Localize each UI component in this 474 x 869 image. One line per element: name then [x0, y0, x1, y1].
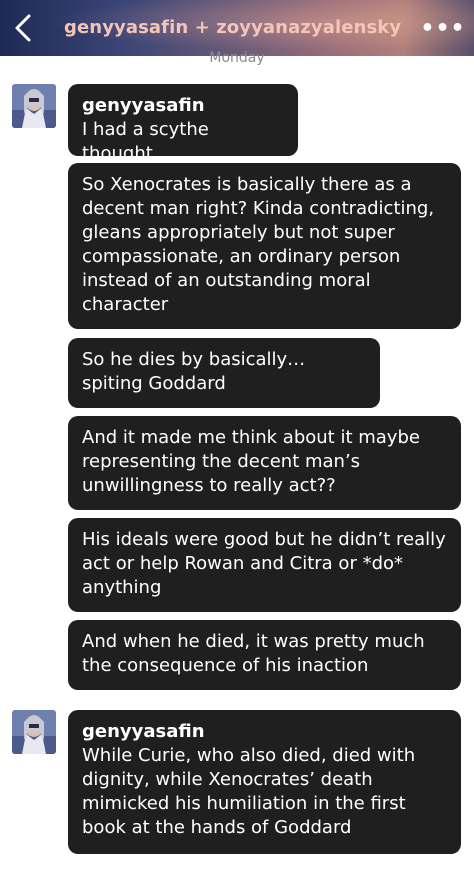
message-bubble: So he dies by basically… spiting Goddard	[68, 338, 380, 408]
sender-name[interactable]: genyyasafin	[82, 720, 447, 744]
back-button[interactable]	[6, 10, 40, 46]
avatar[interactable]	[12, 84, 56, 128]
day-separator: Monday	[209, 50, 265, 66]
message-bubble: genyyasafin While Curie, who also died, …	[68, 710, 461, 854]
message-text: So he dies by basically… spiting Goddard	[82, 349, 306, 394]
message-bubble: His ideals were good but he didn’t reall…	[68, 518, 461, 612]
message-text: So Xenocrates is basically there as a de…	[82, 174, 435, 315]
chevron-left-icon	[15, 14, 31, 42]
message-bubble: genyyasafin I had a scythe thought	[68, 84, 298, 164]
chat-header: genyyasafin + zoyyanazyalensky •••	[0, 0, 474, 56]
message-text: I had a scythe thought	[82, 119, 209, 164]
conversation-title[interactable]: genyyasafin + zoyyanazyalensky	[64, 12, 414, 44]
message-text: His ideals were good but he didn’t reall…	[82, 529, 446, 598]
avatar[interactable]	[12, 710, 56, 754]
message-bubble: And when he died, it was pretty much the…	[68, 620, 461, 690]
message-text: And when he died, it was pretty much the…	[82, 631, 425, 676]
message-text: And it made me think about it maybe repr…	[82, 427, 420, 496]
message-text: While Curie, who also died, died with di…	[82, 745, 416, 838]
sender-name[interactable]: genyyasafin	[82, 94, 284, 118]
message-bubble: So Xenocrates is basically there as a de…	[68, 163, 461, 329]
more-options-button[interactable]: •••	[420, 12, 464, 44]
message-bubble: And it made me think about it maybe repr…	[68, 416, 461, 510]
